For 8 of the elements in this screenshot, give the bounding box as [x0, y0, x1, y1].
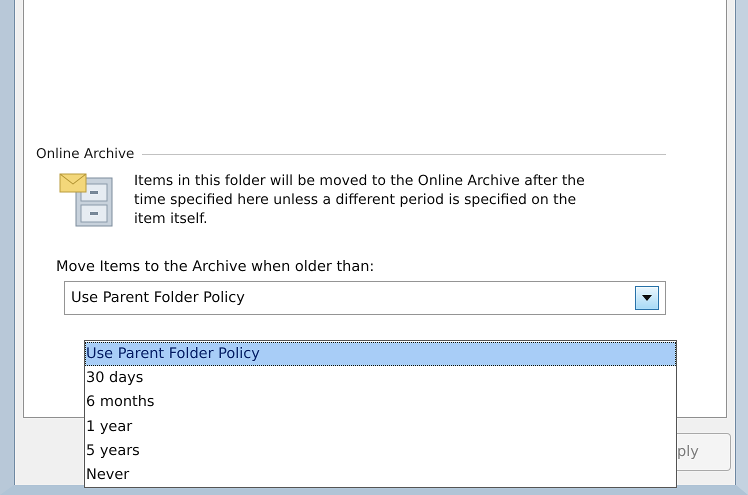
archive-age-dropdown[interactable]: Use Parent Folder Policy: [64, 281, 666, 315]
group-title: Online Archive: [36, 146, 134, 162]
dropdown-caret-icon[interactable]: [635, 286, 659, 310]
dropdown-option[interactable]: 6 months: [85, 390, 676, 415]
description-text: Items in this folder will be moved to the Online Archive after the time specified here unless a different period is specified on the item itself.: [134, 172, 586, 229]
combo-label: Move Items to the Archive when older than:: [56, 259, 376, 275]
dropdown-option[interactable]: Use Parent Folder Policy: [85, 342, 676, 366]
dropdown-option[interactable]: 30 days: [85, 366, 676, 390]
